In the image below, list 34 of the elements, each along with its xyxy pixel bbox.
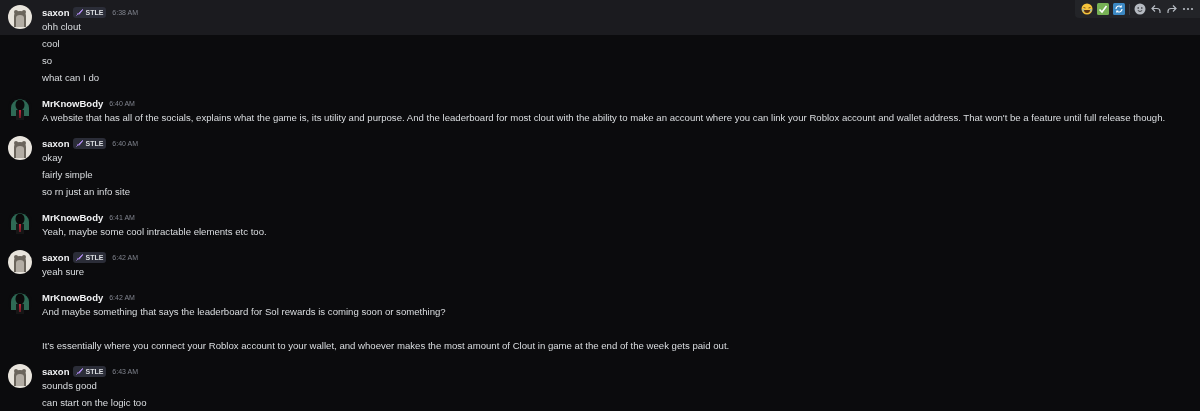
- message-text: yeah sure: [42, 265, 86, 279]
- reply-icon[interactable]: [1150, 3, 1162, 15]
- message-text: what can I do: [42, 71, 100, 85]
- refresh-icon[interactable]: [1113, 3, 1125, 15]
- username[interactable]: MrKnowBody: [42, 211, 104, 223]
- sword-icon: [76, 8, 84, 16]
- sword-icon: [76, 253, 84, 261]
- avatar[interactable]: [8, 364, 32, 388]
- laughing-emoji-icon[interactable]: [1081, 3, 1093, 15]
- username[interactable]: saxon: [42, 137, 70, 149]
- message-text: And maybe something that says the leaderboard for Sol rewards is coming soon or something? It’s essentially where you connect your Roblox account to your wallet, and whoever makes the most amount of Clout in game at the end of the week gets paid out.: [42, 305, 730, 353]
- avatar[interactable]: [8, 250, 32, 274]
- message-text: fairly simple: [42, 168, 93, 182]
- message-text: so: [42, 54, 53, 68]
- message-text: cool: [42, 37, 60, 51]
- username[interactable]: saxon: [42, 6, 70, 18]
- message-text: Yeah, maybe some cool intractable elements etc too.: [42, 225, 267, 239]
- message-text: okay: [42, 151, 64, 165]
- message-text: ohh clout: [42, 20, 82, 34]
- add-reaction-icon[interactable]: [1134, 3, 1146, 15]
- sword-icon: [76, 139, 84, 147]
- message-text: so rn just an info site: [42, 185, 130, 199]
- message-text: sounds good: [42, 379, 98, 393]
- avatar[interactable]: [8, 5, 32, 29]
- message-text: A website that has all of the socials, explains what the game is, its utility and purpose. And the leaderboard for most clout with the ability to make an account where you can link your Roblox account and wallet address. That won't be a feature until full release though.: [42, 111, 1166, 125]
- sword-icon: [76, 367, 84, 375]
- username[interactable]: MrKnowBody: [42, 97, 104, 109]
- avatar[interactable]: [8, 136, 32, 160]
- username[interactable]: saxon: [42, 251, 70, 263]
- username[interactable]: saxon: [42, 365, 70, 377]
- username[interactable]: MrKnowBody: [42, 291, 104, 303]
- forward-icon[interactable]: [1166, 3, 1178, 15]
- check-mark-icon[interactable]: [1097, 3, 1109, 15]
- message-text: can start on the logic too: [42, 396, 147, 410]
